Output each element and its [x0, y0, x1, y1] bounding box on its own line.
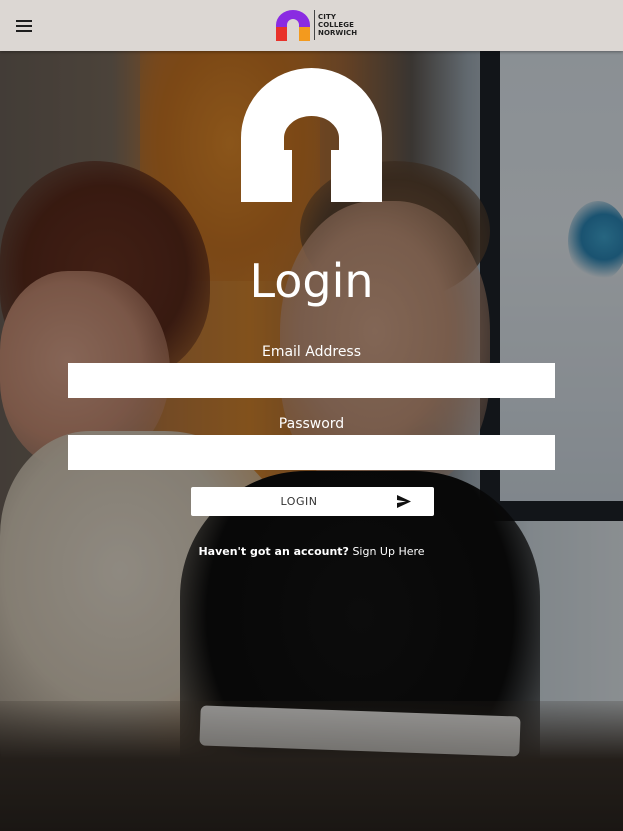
- login-button-label: LOGIN: [280, 495, 318, 508]
- brand-line-city: CITY: [318, 13, 336, 21]
- hamburger-menu-icon[interactable]: [16, 20, 32, 32]
- brand-logo[interactable]: CITY COLLEGE NORWICH: [275, 8, 357, 42]
- email-label: Email Address: [261, 344, 362, 360]
- login-panel: Login Email Address Password LOGIN Haven…: [0, 51, 623, 831]
- page-title: Login: [249, 254, 374, 308]
- login-button[interactable]: LOGIN: [191, 487, 434, 516]
- city-college-norwich-arch-icon: [276, 10, 310, 41]
- password-field[interactable]: [68, 435, 555, 470]
- sign-up-link[interactable]: Sign Up Here: [352, 545, 424, 558]
- brand-wordmark: CITY COLLEGE NORWICH: [318, 13, 357, 37]
- brand-divider: [314, 10, 315, 40]
- top-bar: CITY COLLEGE NORWICH: [0, 0, 623, 51]
- email-field[interactable]: [68, 363, 555, 398]
- signup-prompt: Haven't got an account? Sign Up Here: [0, 544, 623, 560]
- login-page: CITY COLLEGE NORWICH Login Email Address: [0, 0, 623, 831]
- signup-question: Haven't got an account?: [198, 545, 349, 558]
- brand-line-college: COLLEGE: [318, 21, 355, 29]
- college-arch-logo-icon: [241, 68, 382, 202]
- brand-line-norwich: NORWICH: [318, 29, 358, 37]
- password-label: Password: [278, 416, 345, 432]
- send-arrow-icon: [397, 495, 411, 508]
